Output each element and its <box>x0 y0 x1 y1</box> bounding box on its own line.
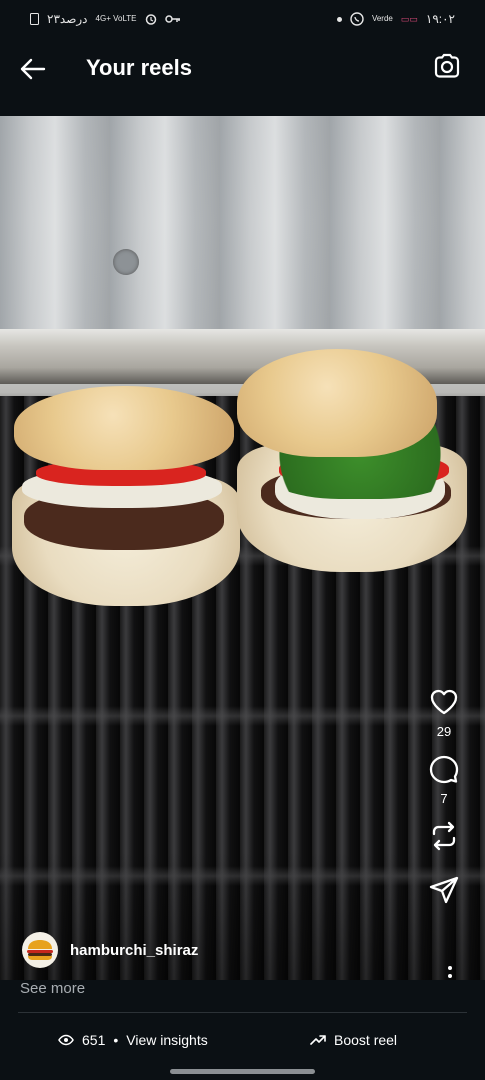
trending-up-icon <box>310 1035 326 1045</box>
key-icon <box>164 15 180 23</box>
view-insights-button[interactable]: 651 • View insights <box>58 1032 208 1048</box>
author-username[interactable]: hamburchi_shiraz <box>70 942 198 959</box>
comment-action[interactable]: 7 <box>428 753 460 806</box>
reel-media[interactable] <box>0 116 485 980</box>
view-count: 651 <box>82 1032 106 1048</box>
heart-icon[interactable] <box>428 686 460 718</box>
clock: ۱۹:۰۲ <box>425 12 455 26</box>
reel-actions: 29 7 <box>421 686 467 920</box>
comment-icon[interactable] <box>428 753 460 785</box>
alarm-icon <box>145 14 156 25</box>
notification-dot-icon <box>336 16 342 22</box>
page-title: Your reels <box>86 55 192 80</box>
eye-icon <box>58 1034 74 1046</box>
repost-icon[interactable] <box>428 820 460 852</box>
separator-dot: • <box>113 1032 119 1048</box>
remix-action[interactable] <box>428 820 460 852</box>
header: Your reels <box>0 38 485 116</box>
share-action[interactable] <box>428 874 460 906</box>
whatsapp-icon <box>350 12 364 26</box>
boost-reel-button[interactable]: Boost reel <box>310 1032 397 1048</box>
battery-text: ۲۳درصد <box>47 12 88 26</box>
status-right: Verde ▭▭ ۱۹:۰۲ <box>336 12 455 26</box>
like-action[interactable]: 29 <box>428 686 460 739</box>
view-insights-label: View insights <box>126 1032 208 1048</box>
operator-logo-icon: ▭▭ <box>400 13 418 24</box>
home-indicator[interactable] <box>170 1069 315 1074</box>
camera-icon[interactable] <box>433 52 461 80</box>
status-bar: ۲۳درصد 4G+ VoLTE Verde ▭▭ ۱۹:۰۲ <box>0 0 485 38</box>
divider <box>18 1012 467 1013</box>
boost-reel-label: Boost reel <box>334 1032 398 1048</box>
like-count: 29 <box>436 724 452 739</box>
reel-author[interactable]: hamburchi_shiraz <box>22 932 198 968</box>
see-more-link[interactable]: See more <box>20 980 85 997</box>
send-icon[interactable] <box>428 874 460 906</box>
comment-count: 7 <box>440 791 448 806</box>
metal-wall <box>0 116 485 356</box>
burger-logo-icon <box>27 940 53 960</box>
network-text: 4G+ VoLTE <box>95 14 137 23</box>
burger-right <box>235 349 470 574</box>
wall-bolt <box>113 249 139 275</box>
arrow-left-icon[interactable] <box>18 54 48 84</box>
status-left: ۲۳درصد 4G+ VoLTE <box>30 12 181 26</box>
sim-icon <box>30 13 39 25</box>
bottom-panel: See more 651 • View insights Boost reel <box>0 980 485 1080</box>
avatar[interactable] <box>22 932 58 968</box>
carrier-text: Verde <box>371 14 393 23</box>
burger-left <box>10 386 242 608</box>
